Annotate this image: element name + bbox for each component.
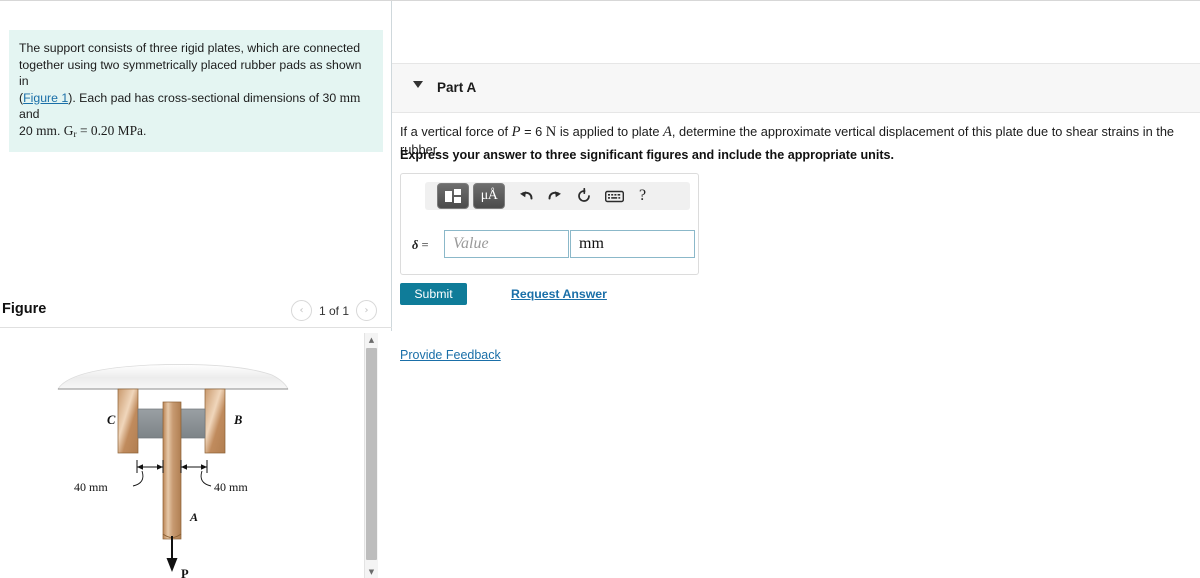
figure-label-b: B [233,413,242,427]
figure-panel: C B A P 40 mm 40 mm [0,331,392,578]
figure-dim-right: 40 mm [214,480,248,494]
figure-prev-button[interactable]: ‹ [290,300,312,321]
submit-button[interactable]: Submit [400,283,467,305]
request-answer-link[interactable]: Request Answer [511,287,607,301]
equals-sign: = [418,238,429,252]
problem-line-4-mid: . [56,123,64,138]
shear-modulus-unit: MPa [117,122,143,138]
scrollbar-thumb[interactable] [366,348,377,560]
provide-feedback-link[interactable]: Provide Feedback [400,348,501,362]
part-a-header[interactable] [392,63,1200,113]
figure-divider [0,327,392,328]
figure-next-button[interactable]: › [356,300,377,321]
figure-counter: 1 of 1 [318,303,349,318]
scroll-up-arrow[interactable]: ▲ [365,333,378,346]
question-force-symbol: P [511,124,521,140]
unit-mm-b: mm [36,122,57,138]
figure-scrollbar[interactable]: ▲ ▼ [364,333,378,578]
question-force-unit: N [545,124,557,140]
figure-label-a: A [189,510,198,524]
help-icon[interactable]: ? [639,187,646,205]
figure-label-p: P [181,567,189,578]
figure-label-c: C [107,413,116,427]
part-title: Part A [437,80,477,95]
answer-symbol-label: δ = [412,238,429,253]
answer-unit-input[interactable]: mm [570,230,695,258]
units-label: μÅ [480,188,498,203]
problem-statement: The support consists of three rigid plat… [9,30,383,152]
answer-toolbar: μÅ ? [425,182,690,210]
figure-1-link[interactable]: Figure 1 [23,91,68,105]
question-instruction: Express your answer to three significant… [400,148,895,162]
shear-modulus-value: = 0.20 [76,122,118,138]
answer-value-input[interactable]: Value [444,230,569,258]
figure-title: Figure [2,301,47,317]
question-plate-symbol: A [663,124,672,140]
question-pre: If a vertical force of [400,124,512,139]
problem-line-4-pre: 20 [19,123,37,138]
unit-mm-a: mm [339,89,361,105]
question-equals: = 6 [520,124,546,139]
redo-icon[interactable] [547,189,563,204]
problem-line-3-post: ). Each pad has cross-sectional dimensio… [68,90,340,105]
undo-icon[interactable] [518,189,534,204]
question-mid: is applied to plate [556,124,663,139]
figure-image: C B A P 40 mm 40 mm [0,331,367,578]
chevron-down-icon[interactable] [413,81,423,88]
left-column: The support consists of three rigid plat… [0,1,392,578]
figure-dim-left: 40 mm [74,480,108,494]
problem-line-2: together using two symmetrically placed … [19,57,362,89]
problem-line-1: The support consists of three rigid plat… [19,41,361,55]
right-column: Part A If a vertical force of P = 6 N is… [392,1,1200,577]
scroll-down-arrow[interactable]: ▼ [365,565,378,578]
reset-icon[interactable] [576,188,592,204]
answer-entry-card: μÅ ? δ = Value mm [400,173,699,275]
problem-line-3-end: and [19,107,40,121]
template-icon[interactable] [437,183,469,209]
keyboard-icon[interactable] [605,190,624,203]
page-container: The support consists of three rigid plat… [0,1,1200,578]
problem-period: . [142,123,147,138]
units-icon[interactable]: μÅ [473,183,505,209]
figure-navigation: ‹ 1 of 1 › [290,300,377,321]
